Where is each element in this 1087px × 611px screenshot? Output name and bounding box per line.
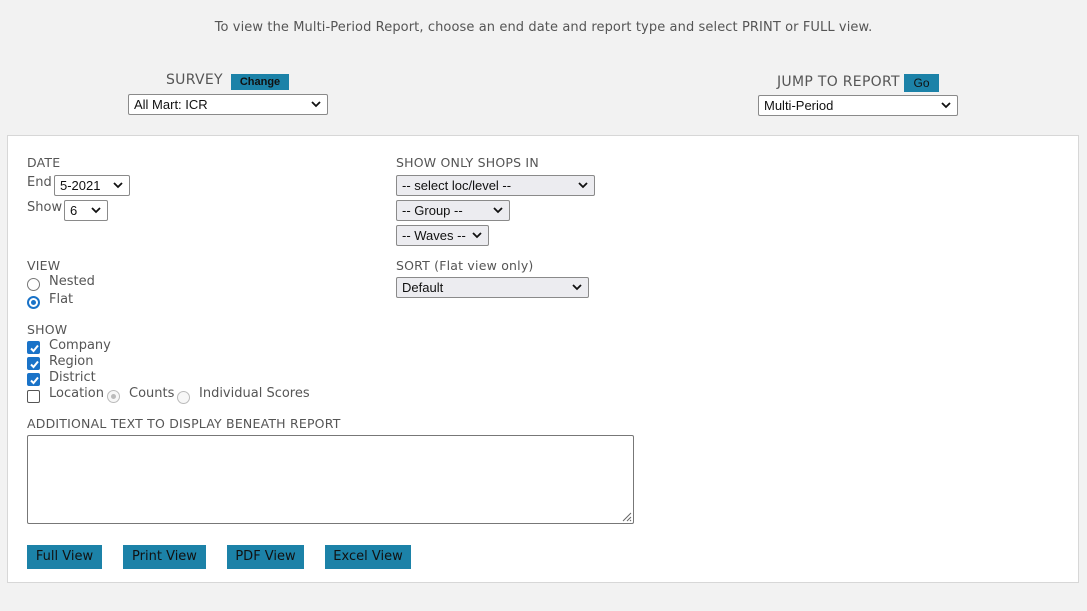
end-date-select[interactable]: 5-2021 [54,175,130,196]
loc-level-value: -- select loc/level -- [402,178,512,193]
print-view-button[interactable]: Print View [123,545,206,569]
show-periods-value: 6 [70,203,78,218]
location-label: Location [49,386,104,401]
region-checkbox[interactable] [27,357,40,370]
company-checkbox[interactable] [27,341,40,354]
checkmark-icon [30,360,39,369]
sort-value: Default [402,280,444,295]
show-periods-select[interactable]: 6 [64,200,108,221]
additional-text-label: ADDITIONAL TEXT TO DISPLAY BENEATH REPOR… [27,416,341,431]
waves-value: -- Waves -- [402,228,466,243]
loc-level-select[interactable]: -- select loc/level -- [396,175,595,196]
view-flat-label: Flat [49,292,74,307]
location-checkbox[interactable] [27,390,40,403]
date-section-label: DATE [27,155,61,170]
view-nested-label: Nested [49,274,95,289]
sort-select[interactable]: Default [396,277,589,298]
sort-section-label: SORT (Flat view only) [396,258,534,273]
jump-select-value: Multi-Period [764,98,834,113]
chevron-down-icon [472,232,482,239]
survey-select[interactable]: All Mart: ICR [128,94,328,115]
chevron-down-icon [311,101,321,108]
checkmark-icon [30,376,39,385]
chevron-down-icon [113,182,123,189]
show-periods-label: Show [27,200,63,215]
end-label: End [27,175,52,190]
intro-text: To view the Multi-Period Report, choose … [214,20,873,35]
region-label: Region [49,354,94,369]
checkmark-icon [30,344,39,353]
individual-scores-radio[interactable] [177,391,190,404]
chevron-down-icon [941,102,951,109]
pdf-view-button[interactable]: PDF View [227,545,304,569]
excel-view-button[interactable]: Excel View [325,545,411,569]
survey-select-value: All Mart: ICR [134,97,208,112]
jump-to-report-label: JUMP TO REPORT [777,74,900,90]
group-select[interactable]: -- Group -- [396,200,510,221]
chevron-down-icon [91,207,101,214]
jump-to-report-select[interactable]: Multi-Period [758,95,958,116]
waves-select[interactable]: -- Waves -- [396,225,489,246]
counts-label: Counts [129,386,175,401]
individual-scores-label: Individual Scores [199,386,310,401]
change-survey-button[interactable]: Change [231,74,289,90]
survey-label: SURVEY [166,72,223,88]
full-view-button[interactable]: Full View [27,545,102,569]
view-nested-radio[interactable] [27,278,40,291]
district-checkbox[interactable] [27,373,40,386]
view-flat-radio[interactable] [27,296,40,309]
shops-filter-label: SHOW ONLY SHOPS IN [396,155,539,170]
district-label: District [49,370,96,385]
counts-radio[interactable] [107,390,120,403]
show-section-label: SHOW [27,322,68,337]
end-date-value: 5-2021 [60,178,101,193]
additional-text-input[interactable] [27,435,634,524]
view-section-label: VIEW [27,258,61,273]
go-button[interactable]: Go [904,74,939,92]
company-label: Company [49,338,111,353]
chevron-down-icon [493,207,503,214]
chevron-down-icon [578,182,588,189]
group-value: -- Group -- [402,203,463,218]
chevron-down-icon [572,284,582,291]
resize-grip-icon[interactable] [620,510,632,522]
